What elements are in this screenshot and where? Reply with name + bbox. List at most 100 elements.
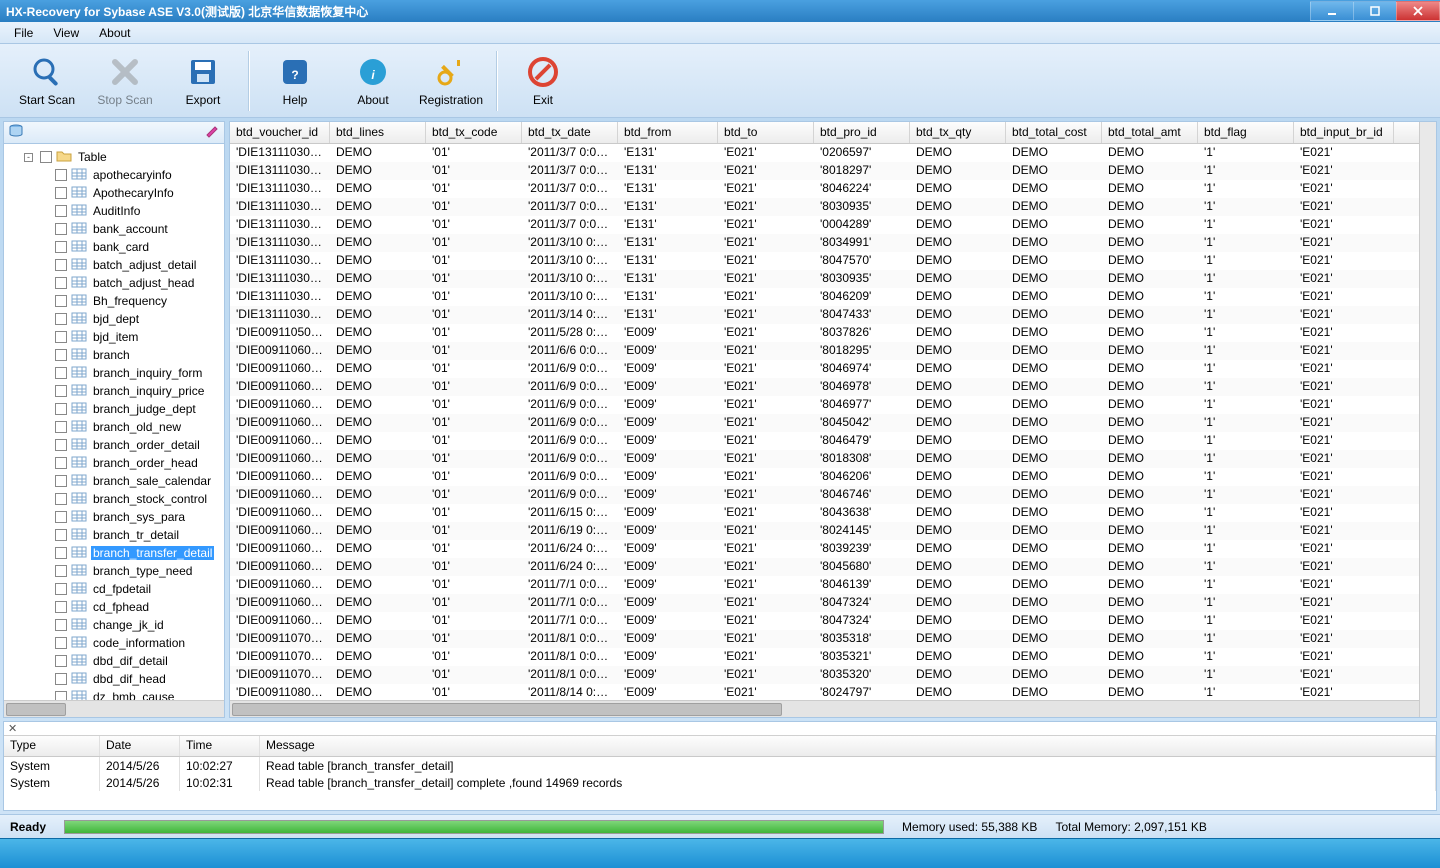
- tree-body[interactable]: - Table apothecaryinfoApothecaryInfoAudi…: [4, 144, 224, 700]
- brush-icon[interactable]: [204, 124, 220, 141]
- collapse-icon[interactable]: -: [24, 153, 33, 162]
- log-close-button[interactable]: ✕: [4, 722, 1436, 736]
- checkbox[interactable]: [55, 511, 67, 523]
- checkbox[interactable]: [55, 331, 67, 343]
- table-row[interactable]: 'DIE0091106053...DEMO'01''2011/7/1 0:00:…: [230, 612, 1419, 630]
- tree-item[interactable]: dbd_dif_detail: [6, 652, 222, 670]
- checkbox[interactable]: [55, 421, 67, 433]
- table-row[interactable]: 'DIE0091106009...DEMO'01''2011/6/9 0:00:…: [230, 432, 1419, 450]
- tree-item[interactable]: branch: [6, 346, 222, 364]
- table-row[interactable]: 'DIE1311103007...DEMO'01''2011/3/7 0:00:…: [230, 198, 1419, 216]
- checkbox[interactable]: [55, 691, 67, 700]
- grid-hscroll[interactable]: [230, 700, 1419, 717]
- log-column-header[interactable]: Time: [180, 736, 260, 756]
- tree-item[interactable]: branch_judge_dept: [6, 400, 222, 418]
- checkbox[interactable]: [55, 169, 67, 181]
- table-row[interactable]: 'DIE1311103006...DEMO'01''2011/3/7 0:00:…: [230, 180, 1419, 198]
- log-column-header[interactable]: Type: [4, 736, 100, 756]
- table-row[interactable]: 'DIE0091106009...DEMO'01''2011/6/9 0:00:…: [230, 360, 1419, 378]
- checkbox[interactable]: [55, 313, 67, 325]
- checkbox[interactable]: [55, 385, 67, 397]
- table-row[interactable]: 'DIE1311103009...DEMO'01''2011/3/10 0:0.…: [230, 234, 1419, 252]
- checkbox[interactable]: [55, 529, 67, 541]
- tree-item[interactable]: branch_sys_para: [6, 508, 222, 526]
- column-header[interactable]: btd_to: [718, 122, 814, 143]
- checkbox[interactable]: [55, 187, 67, 199]
- column-header[interactable]: btd_tx_date: [522, 122, 618, 143]
- checkbox[interactable]: [55, 439, 67, 451]
- tree-item[interactable]: bank_card: [6, 238, 222, 256]
- table-row[interactable]: 'DIE0091106009...DEMO'01''2011/6/9 0:00:…: [230, 414, 1419, 432]
- checkbox[interactable]: [55, 655, 67, 667]
- checkbox[interactable]: [55, 619, 67, 631]
- column-header[interactable]: btd_from: [618, 122, 718, 143]
- checkbox[interactable]: [55, 241, 67, 253]
- help-button[interactable]: ? Help: [258, 49, 332, 113]
- log-row[interactable]: System2014/5/2610:02:31Read table [branc…: [4, 774, 1436, 791]
- tree-item[interactable]: branch_order_head: [6, 454, 222, 472]
- checkbox[interactable]: [55, 493, 67, 505]
- checkbox[interactable]: [55, 259, 67, 271]
- exit-button[interactable]: Exit: [506, 49, 580, 113]
- log-body[interactable]: System2014/5/2610:02:27Read table [branc…: [4, 757, 1436, 810]
- tree-item[interactable]: branch_tr_detail: [6, 526, 222, 544]
- column-header[interactable]: btd_voucher_id: [230, 122, 330, 143]
- checkbox[interactable]: [55, 547, 67, 559]
- table-row[interactable]: 'DIE1311103010...DEMO'01''2011/3/10 0:0.…: [230, 252, 1419, 270]
- table-row[interactable]: 'DIE1311103006...DEMO'01''2011/3/7 0:00:…: [230, 162, 1419, 180]
- grid-vscroll[interactable]: [1419, 122, 1436, 717]
- title-bar[interactable]: HX-Recovery for Sybase ASE V3.0(测试版) 北京华…: [0, 0, 1440, 22]
- menu-view[interactable]: View: [43, 24, 89, 42]
- table-row[interactable]: 'DIE1311103014...DEMO'01''2011/3/10 0:0.…: [230, 288, 1419, 306]
- tree-item[interactable]: change_jk_id: [6, 616, 222, 634]
- table-row[interactable]: 'DIE0091106022...DEMO'01''2011/6/15 0:0.…: [230, 504, 1419, 522]
- close-button[interactable]: [1396, 1, 1440, 21]
- table-row[interactable]: 'DIE0091107031...DEMO'01''2011/8/1 0:00:…: [230, 648, 1419, 666]
- tree-item[interactable]: dz_bmb_cause: [6, 688, 222, 700]
- tree-root[interactable]: - Table: [6, 148, 222, 166]
- table-row[interactable]: 'DIE0091106009...DEMO'01''2011/6/9 0:00:…: [230, 468, 1419, 486]
- tree-item[interactable]: code_information: [6, 634, 222, 652]
- checkbox[interactable]: [55, 277, 67, 289]
- registration-button[interactable]: Registration: [414, 49, 488, 113]
- tree-item[interactable]: apothecaryinfo: [6, 166, 222, 184]
- table-row[interactable]: 'DIE0091106009...DEMO'01''2011/6/9 0:00:…: [230, 486, 1419, 504]
- table-row[interactable]: 'DIE0091107031...DEMO'01''2011/8/1 0:00:…: [230, 630, 1419, 648]
- checkbox[interactable]: [55, 295, 67, 307]
- tree-item[interactable]: Bh_frequency: [6, 292, 222, 310]
- table-row[interactable]: 'DIE1311103008...DEMO'01''2011/3/7 0:00:…: [230, 216, 1419, 234]
- minimize-button[interactable]: [1310, 1, 1354, 21]
- table-row[interactable]: 'DIE0091105054...DEMO'01''2011/5/28 0:0.…: [230, 324, 1419, 342]
- checkbox[interactable]: [55, 637, 67, 649]
- column-header[interactable]: btd_lines: [330, 122, 426, 143]
- table-row[interactable]: 'DIE0091106009...DEMO'01''2011/6/9 0:00:…: [230, 378, 1419, 396]
- about-button[interactable]: i About: [336, 49, 410, 113]
- table-row[interactable]: 'DIE0091106009...DEMO'01''2011/6/9 0:00:…: [230, 396, 1419, 414]
- tree-item[interactable]: branch_order_detail: [6, 436, 222, 454]
- tree-item[interactable]: branch_inquiry_form: [6, 364, 222, 382]
- tree-item[interactable]: batch_adjust_head: [6, 274, 222, 292]
- table-row[interactable]: 'DIE0091106039...DEMO'01''2011/6/24 0:0.…: [230, 558, 1419, 576]
- column-header[interactable]: btd_total_cost: [1006, 122, 1102, 143]
- log-row[interactable]: System2014/5/2610:02:27Read table [branc…: [4, 757, 1436, 774]
- checkbox[interactable]: [55, 673, 67, 685]
- table-row[interactable]: 'DIE0091106027...DEMO'01''2011/6/19 0:0.…: [230, 522, 1419, 540]
- tree-item[interactable]: branch_old_new: [6, 418, 222, 436]
- grid-body[interactable]: 'DIE1311103004...DEMO'01''2011/3/7 0:00:…: [230, 144, 1419, 700]
- tree-item[interactable]: bjd_dept: [6, 310, 222, 328]
- checkbox[interactable]: [55, 367, 67, 379]
- tree-item[interactable]: dbd_dif_head: [6, 670, 222, 688]
- checkbox[interactable]: [40, 151, 52, 163]
- column-header[interactable]: btd_flag: [1198, 122, 1294, 143]
- checkbox[interactable]: [55, 583, 67, 595]
- column-header[interactable]: btd_pro_id: [814, 122, 910, 143]
- table-row[interactable]: 'DIE0091106051...DEMO'01''2011/7/1 0:00:…: [230, 576, 1419, 594]
- column-header[interactable]: btd_tx_code: [426, 122, 522, 143]
- table-row[interactable]: 'DIE1311103015...DEMO'01''2011/3/14 0:0.…: [230, 306, 1419, 324]
- tree-item[interactable]: branch_inquiry_price: [6, 382, 222, 400]
- menu-file[interactable]: File: [4, 24, 43, 42]
- tree-item[interactable]: branch_sale_calendar: [6, 472, 222, 490]
- taskbar[interactable]: [0, 838, 1440, 868]
- tree-hscroll[interactable]: [4, 700, 224, 717]
- tree-item[interactable]: ApothecaryInfo: [6, 184, 222, 202]
